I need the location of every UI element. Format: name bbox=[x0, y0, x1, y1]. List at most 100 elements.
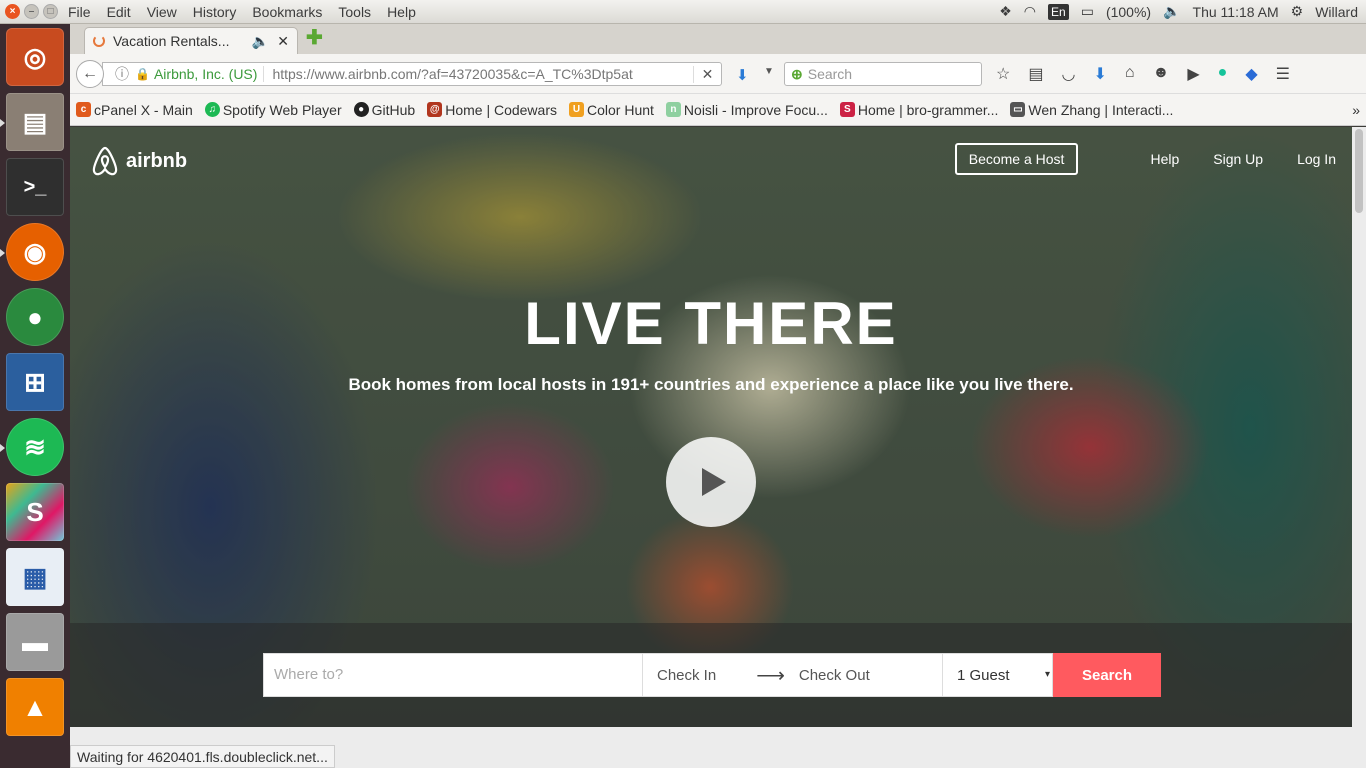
firefox-icon[interactable]: ◉ bbox=[0, 223, 64, 281]
menu-help[interactable]: Help bbox=[387, 4, 416, 20]
chevron-down-icon[interactable]: ▼ bbox=[764, 66, 774, 77]
check-in-field[interactable]: Check In bbox=[657, 667, 716, 684]
airbnb-belo-icon bbox=[92, 146, 118, 176]
tab-close-button[interactable]: ✕ bbox=[277, 33, 289, 50]
page-icon: ▭ bbox=[1010, 102, 1026, 117]
search-input[interactable]: ⊕ Search bbox=[784, 62, 982, 86]
lock-icon[interactable]: 🔒 bbox=[135, 67, 150, 81]
airbnb-logo[interactable]: airbnb bbox=[90, 145, 187, 177]
bookmark-wen-zhang[interactable]: ▭ Wen Zhang | Interacti... bbox=[1010, 102, 1173, 118]
user-name[interactable]: Willard bbox=[1315, 4, 1358, 20]
bookmark-label: Color Hunt bbox=[587, 101, 654, 118]
dropbox-icon[interactable]: ❖ bbox=[999, 3, 1012, 20]
disk-icon[interactable]: ▬ bbox=[6, 613, 64, 671]
terminal-icon[interactable]: >_ bbox=[6, 158, 64, 216]
bookmark-colorhunt[interactable]: U Color Hunt bbox=[569, 102, 654, 118]
page-viewport: airbnb Become a Host Help Sign Up Log In… bbox=[70, 127, 1352, 727]
nav-bar: ⓘ 🔒 Airbnb, Inc. (US) https://www.airbnb… bbox=[70, 54, 1366, 94]
reading-list-icon[interactable]: ▤ bbox=[1028, 64, 1043, 84]
search-engine-icon[interactable]: ⊕ bbox=[791, 66, 803, 83]
back-button[interactable]: ← bbox=[76, 60, 104, 88]
keyboard-layout-indicator[interactable]: En bbox=[1048, 3, 1069, 20]
header-nav: Become a Host Help Sign Up Log In bbox=[954, 143, 1336, 175]
menu-history[interactable]: History bbox=[193, 4, 237, 20]
url-bar[interactable]: ⓘ 🔒 Airbnb, Inc. (US) https://www.airbnb… bbox=[102, 62, 722, 86]
bookmark-noisli[interactable]: n Noisli - Improve Focu... bbox=[665, 101, 828, 118]
bookmarks-overflow-icon[interactable]: » bbox=[1352, 102, 1360, 118]
brand-name: airbnb bbox=[126, 149, 188, 172]
sign-up-link[interactable]: Sign Up bbox=[1213, 151, 1263, 167]
home-icon[interactable]: ⌂ bbox=[1125, 64, 1135, 84]
bookmark-star-icon[interactable]: ☆ bbox=[996, 64, 1010, 84]
extension-icon[interactable]: ◆ bbox=[1245, 64, 1257, 84]
wifi-icon[interactable]: ◠ bbox=[1024, 3, 1036, 20]
menu-file[interactable]: File bbox=[68, 4, 91, 20]
guests-value: 1 Guest bbox=[957, 666, 1010, 684]
bookmark-label: Home | bro-grammer... bbox=[857, 101, 999, 118]
spotify-icon[interactable]: ≋ bbox=[0, 418, 64, 476]
bookmark-cpanel[interactable]: c cPanel X - Main bbox=[76, 102, 193, 118]
date-range-picker[interactable]: Check In ⟶ Check Out bbox=[643, 653, 943, 697]
status-area: Waiting for 4620401.fls.doubleclick.net.… bbox=[70, 727, 1366, 768]
bookmark-codewars[interactable]: @ Home | Codewars bbox=[427, 102, 557, 118]
bookmark-spotify[interactable]: ♫ Spotify Web Player bbox=[204, 102, 342, 118]
guests-select[interactable]: 1 Guest ▾ bbox=[943, 653, 1053, 697]
help-link[interactable]: Help bbox=[1150, 151, 1179, 167]
stop-loading-button[interactable]: ✕ bbox=[693, 65, 721, 83]
launcher: ◎ ▤ >_ ◉ ● ⊞ ≋ S ▦ ▬ ▲ bbox=[0, 24, 70, 768]
become-host-button[interactable]: Become a Host bbox=[954, 143, 1079, 175]
url-text[interactable]: https://www.airbnb.com/?af=43720035&c=A_… bbox=[272, 66, 693, 82]
page-scrollbar[interactable] bbox=[1352, 127, 1366, 727]
youtube-icon[interactable]: ▶ bbox=[1187, 64, 1199, 84]
downloads-icon[interactable]: ⬇ bbox=[1093, 64, 1106, 84]
app-icon[interactable]: ⊞ bbox=[6, 353, 64, 411]
audio-icon[interactable]: 🔈 bbox=[252, 33, 269, 50]
bookmark-github[interactable]: ● GitHub bbox=[353, 102, 415, 118]
system-tray: ❖ ◠ En ▭ (100%) 🔈 Thu 11:18 AM ⚙ Willard bbox=[999, 3, 1366, 20]
hamburger-menu-icon[interactable]: ☰ bbox=[1276, 64, 1290, 84]
play-icon bbox=[702, 468, 726, 496]
play-video-button[interactable] bbox=[666, 437, 756, 527]
bookmark-bro-grammer[interactable]: S Home | bro-grammer... bbox=[839, 101, 999, 118]
search-button[interactable]: Search bbox=[1053, 653, 1161, 697]
download-icon[interactable]: ⬇ bbox=[736, 66, 749, 84]
gear-icon[interactable]: ⚙ bbox=[1291, 3, 1304, 20]
battery-icon[interactable]: ▭ bbox=[1081, 3, 1094, 20]
clock[interactable]: Thu 11:18 AM bbox=[1193, 4, 1279, 20]
window-close-button[interactable]: × bbox=[5, 4, 20, 19]
site-identity[interactable]: Airbnb, Inc. (US) bbox=[154, 66, 265, 82]
pocket-icon[interactable]: ◡ bbox=[1061, 64, 1075, 84]
tab-bar: Vacation Rentals... 🔈 ✕ ✚ bbox=[70, 24, 1366, 54]
search-placeholder: Search bbox=[807, 66, 853, 82]
window-maximize-button[interactable]: □ bbox=[43, 4, 58, 19]
check-out-field[interactable]: Check Out bbox=[799, 667, 870, 684]
bookmark-label: Home | Codewars bbox=[445, 101, 557, 118]
toolbar-icons: ☆ ▤ ◡ ⬇ ⌂ ☻ ▶ ● ◆ ☰ bbox=[996, 64, 1290, 84]
chat-icon[interactable]: ☻ bbox=[1153, 64, 1170, 84]
tab-vacation-rentals[interactable]: Vacation Rentals... 🔈 ✕ bbox=[84, 27, 298, 54]
files-icon[interactable]: ▤ bbox=[0, 93, 64, 151]
slack-icon[interactable]: S bbox=[6, 483, 64, 541]
log-in-link[interactable]: Log In bbox=[1297, 151, 1336, 167]
writer-icon[interactable]: ▦ bbox=[6, 548, 64, 606]
ubuntu-icon[interactable]: ◎ bbox=[6, 28, 64, 86]
volume-icon[interactable]: 🔈 bbox=[1163, 3, 1180, 20]
bookmark-label: Noisli - Improve Focu... bbox=[683, 101, 828, 118]
github-icon: ● bbox=[353, 102, 369, 117]
menu-edit[interactable]: Edit bbox=[107, 4, 131, 20]
info-icon[interactable]: ⓘ bbox=[115, 64, 129, 84]
loading-spinner-icon bbox=[93, 35, 105, 47]
new-tab-button[interactable]: ✚ bbox=[306, 28, 323, 48]
squarespace-icon: S bbox=[839, 102, 855, 117]
grammarly-icon[interactable]: ● bbox=[1218, 64, 1228, 84]
battery-percent[interactable]: (100%) bbox=[1106, 4, 1151, 20]
where-input[interactable]: Where to? bbox=[263, 653, 643, 697]
window-minimize-button[interactable]: – bbox=[24, 4, 39, 19]
chrome-icon[interactable]: ● bbox=[6, 288, 64, 346]
menu-tools[interactable]: Tools bbox=[338, 4, 371, 20]
menu-view[interactable]: View bbox=[147, 4, 177, 20]
menu-bookmarks[interactable]: Bookmarks bbox=[252, 4, 322, 20]
scrollbar-thumb[interactable] bbox=[1355, 129, 1363, 213]
bookmark-label: Wen Zhang | Interacti... bbox=[1028, 101, 1174, 118]
vlc-icon[interactable]: ▲ bbox=[6, 678, 64, 736]
